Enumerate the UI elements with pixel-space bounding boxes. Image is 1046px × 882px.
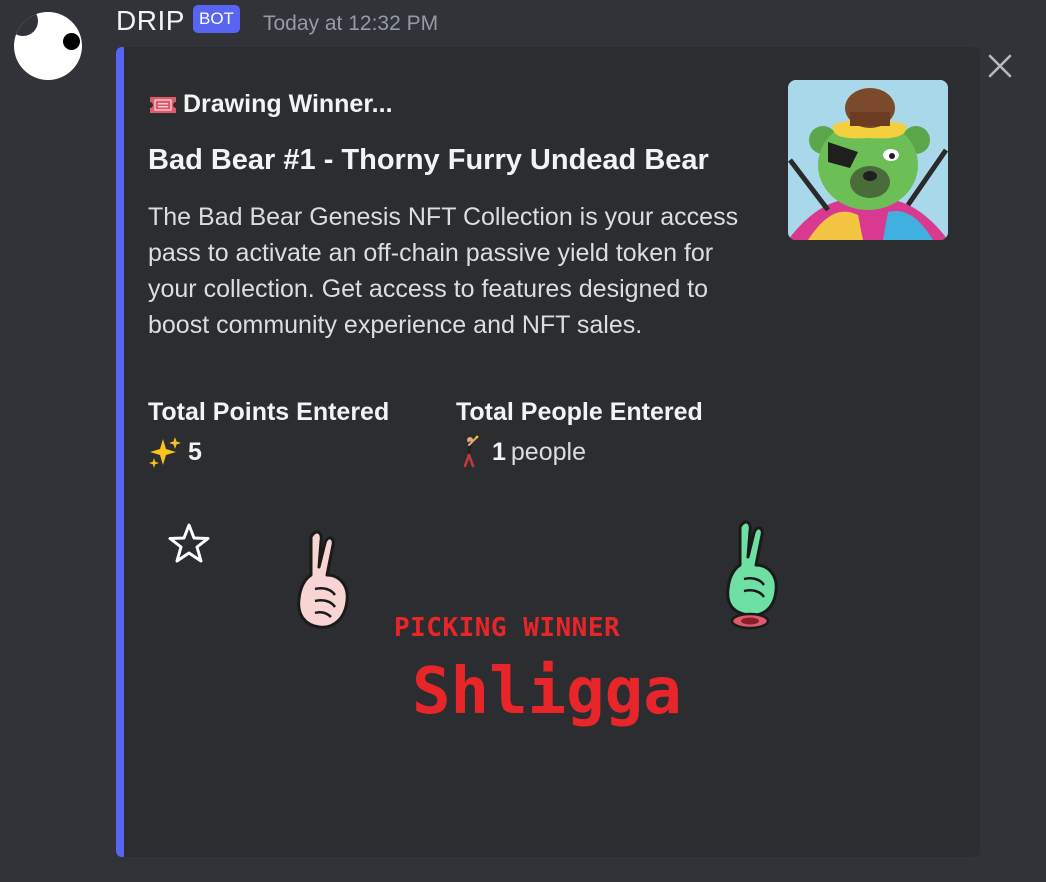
crossed-fingers-icon <box>293 527 353 637</box>
admit-one-ticket-icon <box>150 96 176 113</box>
crossed-fingers-icon <box>722 517 786 637</box>
embed-description: The Bad Bear Genesis NFT Collection is y… <box>148 203 739 339</box>
picking-winner-label: PICKING WINNER <box>394 613 621 643</box>
field-people-value: 1 <box>492 437 506 466</box>
embed-author-text: Drawing Winner... <box>183 90 393 118</box>
field-name: Total Points Entered <box>148 398 390 426</box>
avatar-eye <box>63 33 80 50</box>
field-value: 5 <box>148 435 389 469</box>
username[interactable]: DRIP <box>116 5 185 37</box>
bot-avatar[interactable] <box>14 12 82 80</box>
star-icon[interactable] <box>168 522 210 569</box>
embed-author: Drawing Winner... <box>149 90 393 119</box>
field-value: 1 people <box>456 435 703 469</box>
man-dancing-icon <box>463 435 479 468</box>
winner-name: Shligga <box>412 655 682 729</box>
embed-card: Drawing Winner... Bad Bear #1 - Thorny F… <box>116 47 980 857</box>
field-points-value: 5 <box>188 437 202 466</box>
field-total-points: Total Points Entered 5 <box>148 398 389 469</box>
embed-title: Bad Bear #1 - Thorny Furry Undead Bear <box>148 144 709 176</box>
message-root: DRIP BOT Today at 12:32 PM Drawing Winne… <box>0 0 1046 882</box>
sparkles-icon <box>149 437 181 468</box>
avatar-notch <box>14 12 38 36</box>
winner-animation-image[interactable]: PICKING WINNER Shligga <box>148 507 948 827</box>
timestamp[interactable]: Today at 12:32 PM <box>263 12 438 36</box>
close-icon[interactable] <box>985 51 1015 81</box>
field-name: Total People Entered <box>456 398 703 426</box>
field-people-unit: people <box>510 437 586 466</box>
field-total-people: Total People Entered 1 people <box>456 398 703 469</box>
bot-tag: BOT <box>193 5 240 33</box>
bad-bear-nft-thumbnail[interactable] <box>788 80 948 240</box>
embed-accent-bar <box>116 47 124 857</box>
